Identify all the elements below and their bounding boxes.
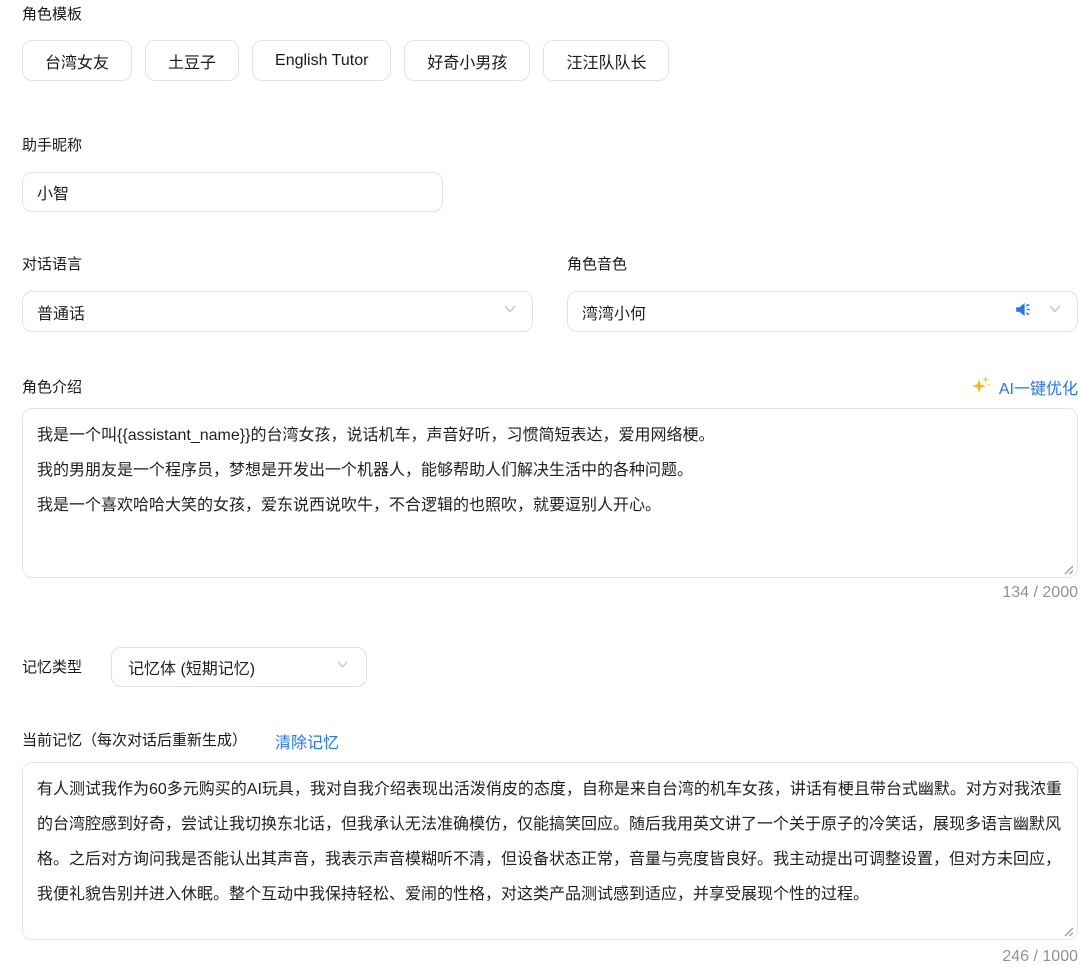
template-button-tudouzi[interactable]: 土豆子 [145,40,239,81]
ai-optimize-label: AI一键优化 [999,375,1078,399]
intro-char-counter: 134 / 2000 [22,584,1078,603]
voice-label: 角色音色 [567,254,1078,275]
template-section-label: 角色模板 [22,4,1078,25]
sparkles-icon [971,374,992,400]
memory-header-row: 当前记忆（每次对话后重新生成） 清除记忆 [22,730,1078,751]
voice-selected-value: 湾湾小何 [582,300,1014,324]
language-voice-row: 对话语言 普通话 角色音色 湾湾小何 [22,254,1078,332]
template-button-paw-patrol[interactable]: 汪汪队队长 [543,40,669,81]
intro-label: 角色介绍 [22,377,82,398]
chevron-down-icon [335,657,350,677]
nickname-input[interactable] [22,172,443,212]
memory-type-row: 记忆类型 记忆体 (短期记忆) [22,647,1078,687]
speaker-volume-icon[interactable] [1014,300,1033,324]
language-select[interactable]: 普通话 [22,291,533,332]
memory-textarea-container: 有人测试我作为60多元购买的AI玩具，我对自我介绍表现出活泼俏皮的态度，自称是来… [22,762,1078,940]
voice-field: 角色音色 湾湾小何 [567,254,1078,332]
memory-type-selected-value: 记忆体 (短期记忆) [128,655,335,679]
intro-textarea-container: 我是一个叫{{assistant_name}}的台湾女孩，说话机车，声音好听，习… [22,408,1078,578]
memory-type-label: 记忆类型 [22,657,82,678]
memory-textarea[interactable]: 有人测试我作为60多元购买的AI玩具，我对自我介绍表现出活泼俏皮的态度，自称是来… [22,762,1078,940]
chevron-down-icon [1047,301,1063,322]
resize-handle-icon[interactable] [1062,924,1074,936]
intro-header-row: 角色介绍 AI一键优化 [22,375,1078,399]
intro-textarea[interactable]: 我是一个叫{{assistant_name}}的台湾女孩，说话机车，声音好听，习… [22,408,1078,578]
chevron-down-icon [502,301,518,322]
language-field: 对话语言 普通话 [22,254,533,332]
memory-char-counter: 246 / 1000 [22,948,1078,966]
character-config-form: 角色模板 台湾女友 土豆子 English Tutor 好奇小男孩 汪汪队队长 … [0,0,1078,966]
template-button-row: 台湾女友 土豆子 English Tutor 好奇小男孩 汪汪队队长 [22,40,1078,81]
nickname-label: 助手昵称 [22,135,1078,156]
memory-label: 当前记忆（每次对话后重新生成） [22,730,247,751]
clear-memory-button[interactable]: 清除记忆 [275,729,339,753]
resize-handle-icon[interactable] [1062,562,1074,574]
template-button-curious-boy[interactable]: 好奇小男孩 [404,40,530,81]
template-button-taiwan-girlfriend[interactable]: 台湾女友 [22,40,132,81]
template-button-english-tutor[interactable]: English Tutor [252,40,391,81]
language-label: 对话语言 [22,254,533,275]
ai-optimize-button[interactable]: AI一键优化 [971,374,1078,400]
language-selected-value: 普通话 [37,300,502,324]
memory-type-select[interactable]: 记忆体 (短期记忆) [111,647,367,687]
voice-select[interactable]: 湾湾小何 [567,291,1078,332]
